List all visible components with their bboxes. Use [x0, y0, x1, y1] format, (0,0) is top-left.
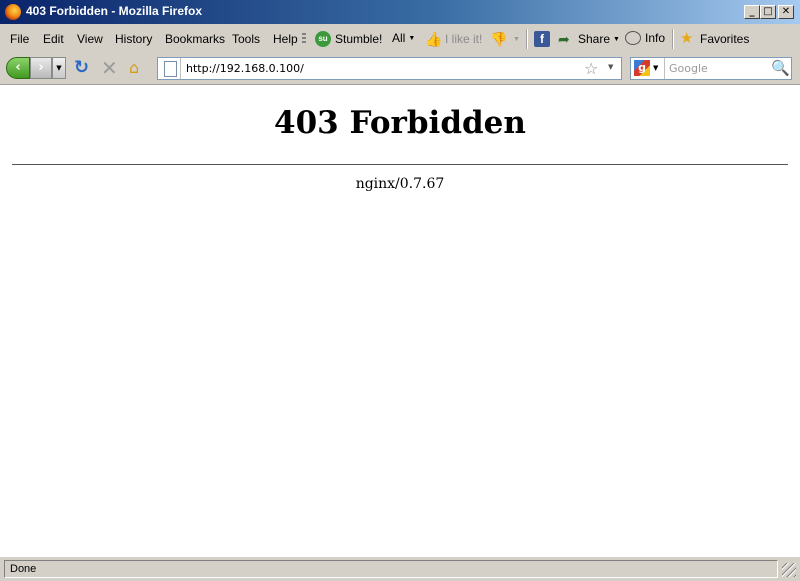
- history-dropdown-button[interactable]: ▼: [52, 57, 66, 79]
- stumble-label: Stumble!: [335, 32, 383, 46]
- menu-history[interactable]: History: [115, 32, 152, 46]
- search-divider: [664, 58, 665, 79]
- url-divider: [180, 58, 181, 79]
- dropdown-caret-icon: ▼: [613, 35, 620, 43]
- menu-file[interactable]: File: [10, 32, 29, 46]
- menu-help[interactable]: Help: [273, 32, 298, 46]
- search-bar[interactable]: g ▼ Google 🔍: [630, 57, 792, 80]
- stumbleupon-icon: su: [315, 31, 331, 47]
- engine-dropdown-caret-icon[interactable]: ▼: [653, 64, 658, 72]
- info-button[interactable]: Info: [625, 31, 665, 45]
- menu-bar: File Edit View History Bookmarks Tools H…: [0, 26, 800, 52]
- favorites-button[interactable]: ★ Favorites: [680, 31, 749, 47]
- status-panel: Done: [4, 560, 778, 578]
- page-favicon-icon: [164, 61, 177, 77]
- home-icon[interactable]: ⌂: [129, 59, 147, 77]
- page-content: 403 Forbidden nginx/0.7.67: [0, 84, 800, 556]
- back-arrow-icon: ‹: [15, 60, 21, 75]
- minimize-button[interactable]: _: [744, 5, 760, 19]
- ilike-label: I like it!: [445, 32, 483, 46]
- stop-icon[interactable]: ✕: [101, 58, 119, 78]
- navigation-toolbar: ‹ › ▼ ↻ ✕ ⌂ http://192.168.0.100/ ☆ ▼ g …: [0, 54, 800, 84]
- page-heading: 403 Forbidden: [274, 105, 526, 141]
- dropdown-caret-icon: ▼: [408, 34, 416, 42]
- toolbar-grip[interactable]: [302, 33, 306, 45]
- address-bar[interactable]: http://192.168.0.100/ ☆ ▼: [157, 57, 622, 80]
- window-title: 403 Forbidden - Mozilla Firefox: [26, 4, 203, 18]
- menu-tools[interactable]: Tools: [232, 32, 260, 46]
- chevron-down-icon: ▼: [56, 64, 62, 72]
- all-label: All: [392, 31, 406, 45]
- resize-grip-icon[interactable]: [782, 563, 796, 577]
- facebook-icon: f: [534, 31, 550, 47]
- share-button[interactable]: ➦ Share ▼: [558, 31, 620, 47]
- menu-edit[interactable]: Edit: [43, 32, 64, 46]
- all-dropdown[interactable]: All ▼: [392, 31, 415, 45]
- url-text[interactable]: http://192.168.0.100/: [186, 62, 304, 75]
- close-button[interactable]: ✕: [778, 5, 794, 19]
- favorites-label: Favorites: [700, 32, 750, 46]
- bookmark-star-icon[interactable]: ☆: [584, 59, 598, 78]
- status-bar: Done: [0, 556, 800, 581]
- menu-bookmarks[interactable]: Bookmarks: [165, 32, 225, 46]
- forward-arrow-icon: ›: [38, 60, 44, 75]
- speech-bubble-icon: [625, 31, 641, 45]
- google-engine-icon[interactable]: g: [634, 60, 650, 76]
- info-label: Info: [645, 31, 666, 45]
- server-signature: nginx/0.7.67: [355, 176, 445, 192]
- divider: [12, 164, 788, 165]
- back-button[interactable]: ‹: [6, 57, 30, 79]
- maximize-button[interactable]: □: [760, 5, 776, 19]
- search-input[interactable]: Google: [669, 62, 708, 75]
- search-icon[interactable]: 🔍: [771, 59, 790, 77]
- toolbar-separator: [526, 29, 528, 49]
- menu-view[interactable]: View: [77, 32, 103, 46]
- thumbs-down-icon: 👎: [490, 31, 508, 47]
- thumbs-up-icon: 👍: [425, 31, 443, 47]
- firefox-logo-icon: [5, 4, 21, 20]
- stumble-button[interactable]: su Stumble!: [315, 31, 382, 47]
- title-bar: 403 Forbidden - Mozilla Firefox _ □ ✕: [0, 0, 800, 24]
- ilike-button[interactable]: 👍 I like it!: [425, 31, 482, 47]
- share-arrow-icon: ➦: [558, 31, 570, 47]
- dropdown-caret-icon: ▼: [513, 35, 520, 43]
- share-label: Share: [578, 32, 611, 46]
- reload-icon[interactable]: ↻: [74, 59, 92, 77]
- url-history-dropdown-icon[interactable]: ▼: [608, 63, 613, 71]
- dislike-button[interactable]: 👎 ▼: [490, 31, 520, 47]
- star-icon: ★: [680, 30, 694, 47]
- toolbar-separator: [672, 29, 674, 49]
- facebook-button[interactable]: f: [534, 31, 554, 47]
- status-text: Done: [10, 563, 37, 575]
- forward-button[interactable]: ›: [30, 57, 52, 79]
